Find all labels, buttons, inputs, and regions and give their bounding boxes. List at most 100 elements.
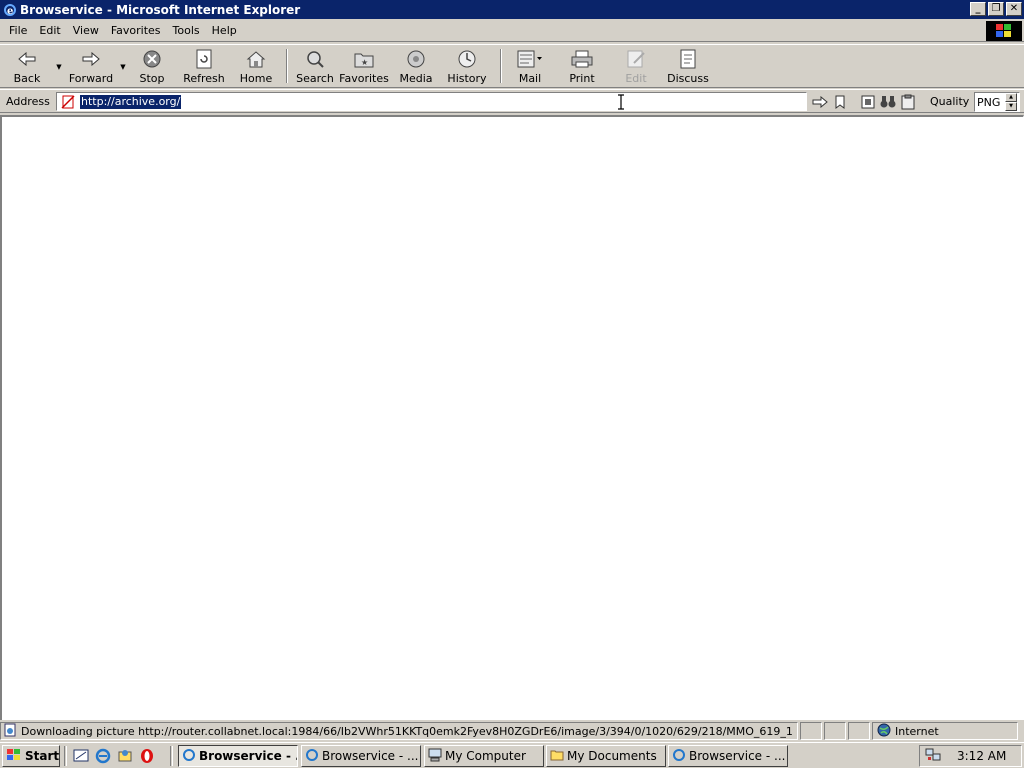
discuss-label: Discuss: [667, 72, 709, 85]
go-arrow-icon[interactable]: [810, 93, 830, 111]
ie-icon: [305, 748, 319, 765]
print-button[interactable]: Print: [552, 49, 612, 85]
internet-explorer-icon[interactable]: [92, 746, 114, 766]
task-button-browservice[interactable]: Browservice - ...: [178, 745, 298, 767]
forward-label: Forward: [68, 72, 114, 85]
home-label: Home: [239, 72, 273, 85]
quality-value: PNG: [977, 95, 1001, 109]
close-button[interactable]: ✕: [1006, 2, 1022, 16]
task-label: Browservice - ...: [199, 749, 297, 763]
spin-up-button[interactable]: ▲: [1005, 93, 1017, 102]
menu-help[interactable]: Help: [206, 22, 243, 40]
stop-label: Stop: [139, 72, 165, 85]
back-label: Back: [13, 72, 41, 85]
favorites-label: Favorites: [339, 72, 389, 85]
menu-file[interactable]: File: [0, 22, 33, 40]
address-bar: Address http://archive.org/ Quality PNG …: [0, 89, 1024, 113]
minimize-button[interactable]: _: [970, 2, 986, 16]
task-button-browservice[interactable]: Browservice - ...: [668, 745, 788, 767]
start-button[interactable]: Start: [2, 745, 60, 767]
binoculars-icon[interactable]: [878, 93, 898, 111]
broken-page-icon: [60, 94, 76, 110]
bookmark-icon[interactable]: [830, 93, 850, 111]
forward-button[interactable]: Forward: [64, 49, 118, 85]
task-button-my-documents[interactable]: My Documents: [546, 745, 666, 767]
windows-flag-icon: [6, 748, 22, 765]
title-bar[interactable]: e Browservice - Microsoft Internet Explo…: [0, 0, 1024, 19]
printer-icon: [571, 49, 593, 69]
task-button-browservice[interactable]: Browservice - ...: [301, 745, 421, 767]
close-icon: ✕: [1009, 3, 1019, 14]
security-zone-pane: Internet: [872, 722, 1018, 740]
refresh-button[interactable]: Refresh: [176, 49, 232, 85]
system-tray: 3:12 AM: [919, 745, 1022, 767]
ie-icon: [672, 748, 686, 765]
address-label: Address: [6, 94, 50, 108]
refresh-icon: [195, 49, 213, 69]
network-icon[interactable]: [925, 748, 941, 765]
text-cursor-icon: [617, 94, 625, 110]
status-bar: Downloading picture http://router.collab…: [0, 721, 1024, 741]
address-input[interactable]: http://archive.org/: [56, 92, 807, 111]
task-label: My Computer: [445, 749, 526, 763]
search-icon: [305, 49, 325, 69]
stop-button[interactable]: Stop: [128, 49, 176, 85]
taskbar-separator: [64, 746, 67, 766]
address-url: http://archive.org/: [80, 94, 182, 109]
history-label: History: [447, 72, 487, 85]
menu-tools[interactable]: Tools: [167, 22, 206, 40]
ie-icon: e: [2, 2, 18, 18]
favorites-folder-icon: ★: [354, 49, 374, 69]
taskbar-separator: [170, 746, 173, 766]
show-desktop-icon[interactable]: [70, 746, 92, 766]
task-button-my-computer[interactable]: My Computer: [424, 745, 544, 767]
mail-label: Mail: [518, 72, 542, 85]
back-dropdown[interactable]: ▼: [54, 49, 64, 85]
quality-spinner[interactable]: PNG ▲ ▼: [974, 92, 1020, 112]
page-loading-icon: [3, 723, 17, 740]
spin-down-button[interactable]: ▼: [1005, 102, 1017, 111]
quick-launch: [70, 746, 158, 766]
clock[interactable]: 3:12 AM: [957, 749, 1006, 763]
status-text: Downloading picture http://router.collab…: [21, 724, 793, 738]
page-view-icon[interactable]: [858, 93, 878, 111]
dropdown-arrow-icon: ▼: [56, 63, 62, 71]
restore-button[interactable]: ❐: [988, 2, 1004, 16]
computer-icon: [428, 748, 442, 765]
menu-edit[interactable]: Edit: [33, 22, 66, 40]
svg-text:★: ★: [361, 58, 368, 67]
back-button[interactable]: Back: [0, 49, 54, 85]
media-button[interactable]: Media: [392, 49, 440, 85]
refresh-label: Refresh: [183, 72, 225, 85]
task-label: Browservice - ...: [322, 749, 419, 763]
home-button[interactable]: Home: [232, 49, 280, 85]
start-label: Start: [25, 749, 60, 763]
favorites-button[interactable]: ★ Favorites: [336, 49, 392, 85]
task-label: Browservice - ...: [689, 749, 786, 763]
outlook-express-icon[interactable]: [114, 746, 136, 766]
edit-icon: [626, 49, 646, 69]
status-pane: [824, 722, 846, 740]
forward-dropdown[interactable]: ▼: [118, 49, 128, 85]
standard-toolbar: Back ▼ Forward ▼ Stop Refresh Home Searc…: [0, 44, 1024, 88]
quality-label: Quality: [930, 95, 970, 108]
task-label: My Documents: [567, 749, 657, 763]
folder-icon: [550, 748, 564, 765]
forward-arrow-icon: [82, 49, 100, 69]
discuss-button[interactable]: Discuss: [660, 49, 716, 85]
menu-bar: File Edit View Favorites Tools Help: [0, 20, 1024, 42]
menu-view[interactable]: View: [67, 22, 105, 40]
history-icon: [457, 49, 477, 69]
address-tools: [810, 93, 918, 111]
toolbar-separator: [500, 49, 502, 83]
edit-button[interactable]: Edit: [612, 49, 660, 85]
windows-logo-icon: [986, 21, 1022, 41]
menu-favorites[interactable]: Favorites: [105, 22, 167, 40]
clipboard-icon[interactable]: [898, 93, 918, 111]
opera-icon[interactable]: [136, 746, 158, 766]
page-content[interactable]: [0, 115, 1024, 720]
search-button[interactable]: Search: [294, 49, 336, 85]
minimize-icon: _: [975, 3, 981, 14]
history-button[interactable]: History: [440, 49, 494, 85]
mail-button[interactable]: Mail: [508, 49, 552, 85]
